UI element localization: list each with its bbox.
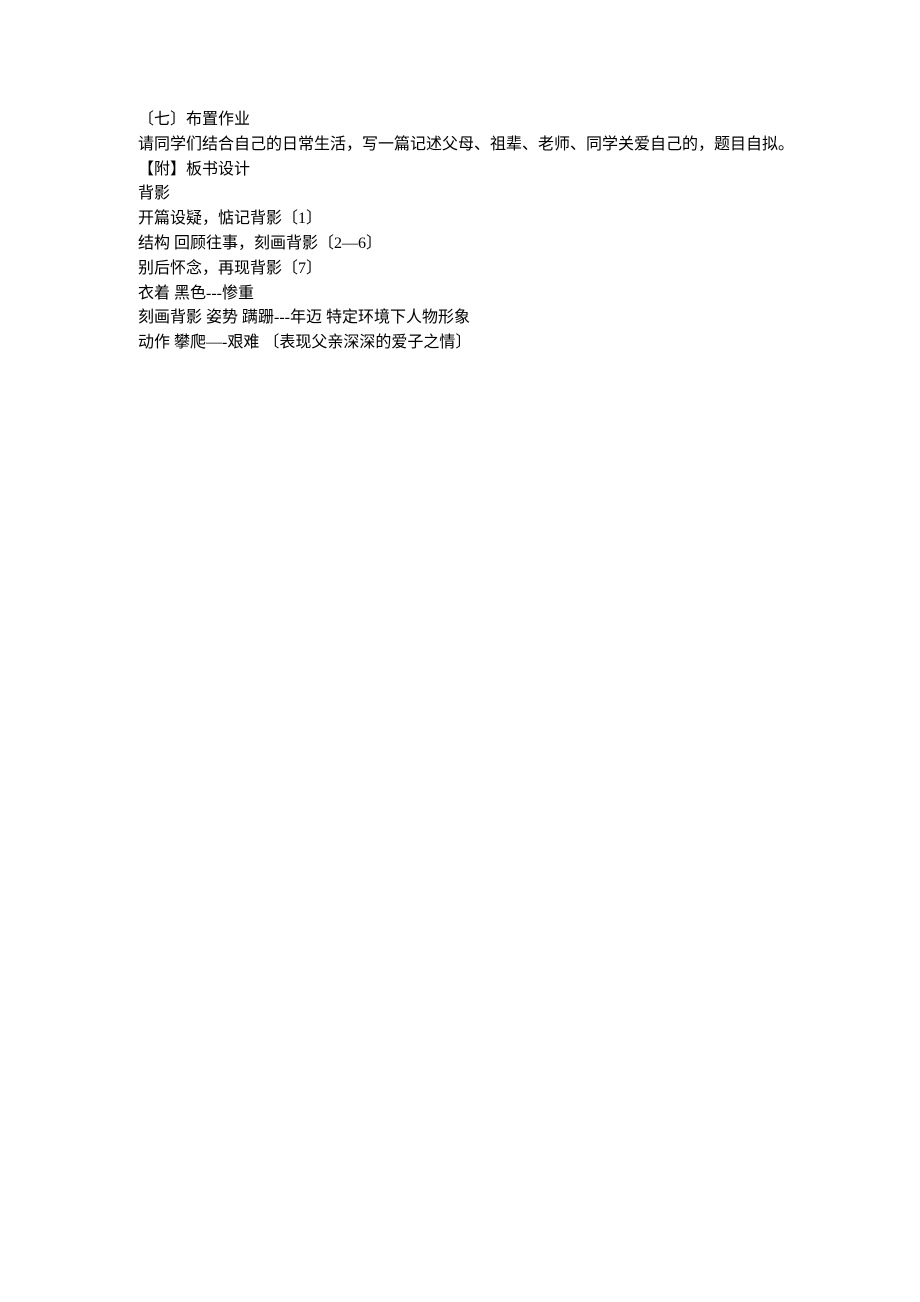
structure-line-3: 别后怀念，再现背影〔7〕	[138, 257, 840, 282]
structure-line-1: 开篇设疑，惦记背影〔1〕	[138, 207, 840, 232]
depiction-line-1: 衣着 黑色---惨重	[138, 282, 840, 307]
homework-instruction: 请同学们结合自己的日常生活，写一篇记述父母、祖辈、老师、同学关爱自己的，题目自拟…	[138, 133, 840, 158]
appendix-board-design-heading: 【附】板书设计	[138, 158, 840, 183]
structure-line-2: 结构 回顾往事，刻画背影〔2—6〕	[138, 232, 840, 257]
title-beiying: 背影	[138, 182, 840, 207]
depiction-line-2: 刻画背影 姿势 蹒跚---年迈 特定环境下人物形象	[138, 306, 840, 331]
section-heading-seven: 〔七〕布置作业	[138, 108, 840, 133]
depiction-line-3: 动作 攀爬—-艰难 〔表现父亲深深的爱子之情〕	[138, 331, 840, 356]
